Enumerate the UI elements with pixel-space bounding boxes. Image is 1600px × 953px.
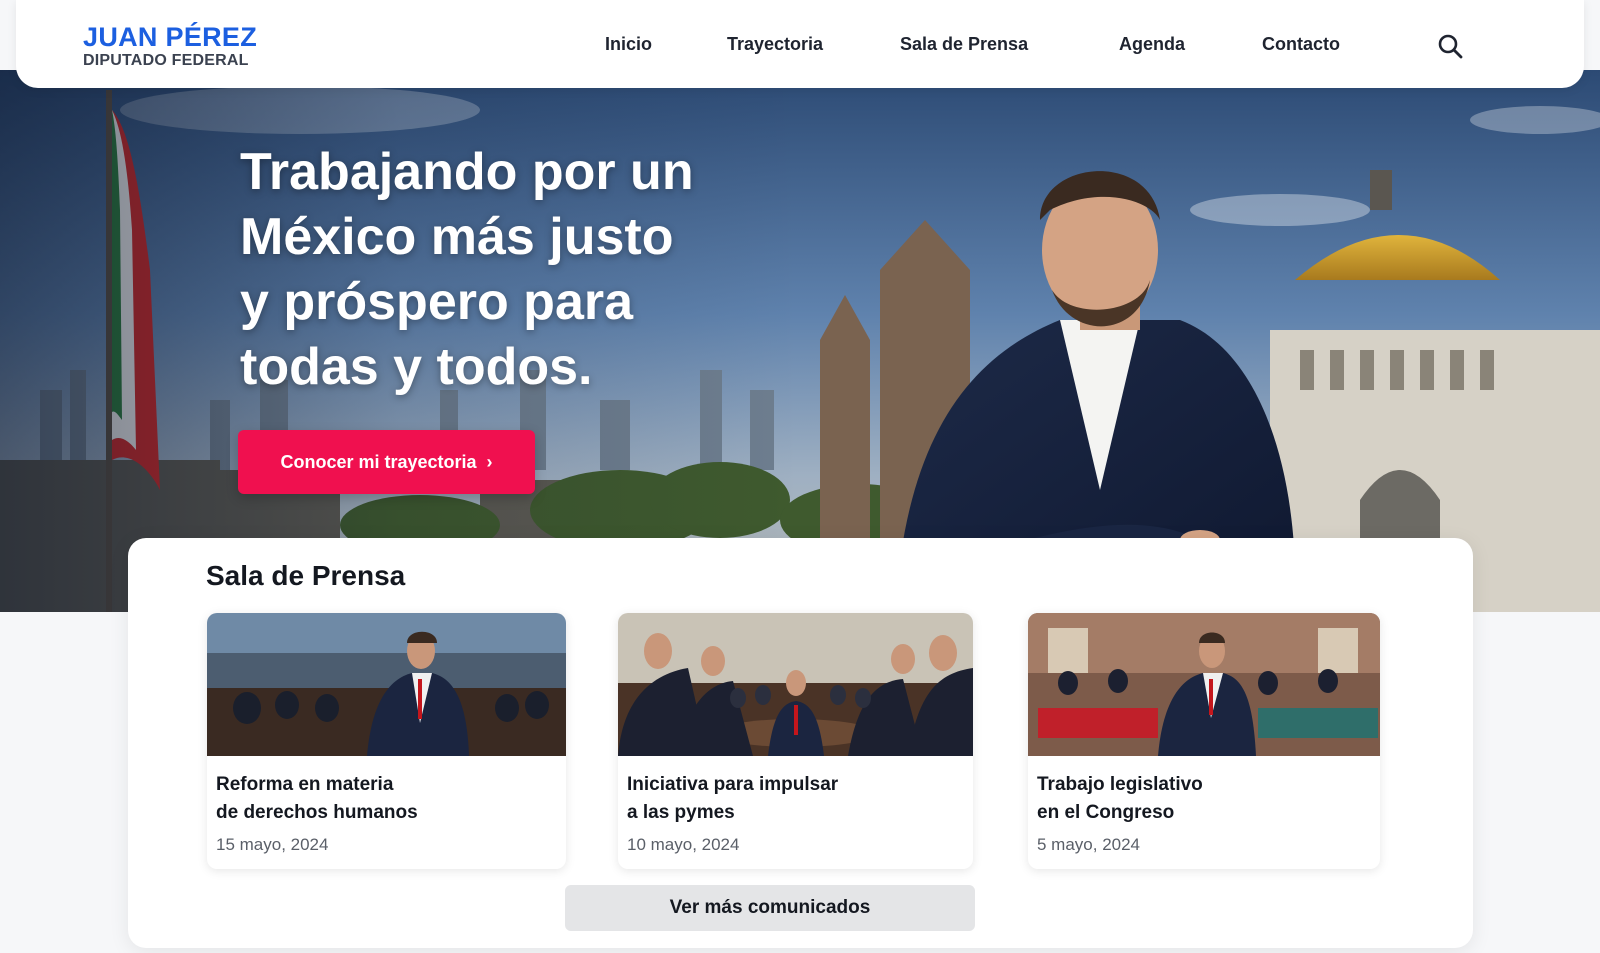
news-title: Trabajo legislativo en el Congreso — [1037, 774, 1203, 823]
news-image — [618, 613, 973, 756]
news-image — [207, 613, 566, 756]
nav-item-trayectoria[interactable]: Trayectoria — [727, 34, 823, 55]
nav-item-contacto[interactable]: Contacto — [1262, 34, 1340, 55]
news-card[interactable]: Reforma en materia de derechos humanos 1… — [207, 613, 566, 869]
news-title: Reforma en materia de derechos humanos — [216, 774, 418, 823]
news-date: 15 mayo, 2024 — [216, 835, 329, 854]
search-icon — [1438, 34, 1463, 59]
news-card[interactable]: Iniciativa para impulsar a las pymes 10 … — [618, 613, 973, 869]
news-date: 10 mayo, 2024 — [627, 835, 740, 854]
main-nav: Inicio Trayectoria Sala de Prensa Agenda… — [16, 34, 1584, 58]
news-title: Iniciativa para impulsar a las pymes — [627, 774, 839, 823]
nav-item-inicio[interactable]: Inicio — [605, 34, 652, 55]
site-header: JUAN PÉREZ DIPUTADO FEDERAL Inicio Traye… — [16, 0, 1584, 88]
news-image — [1028, 613, 1380, 756]
press-section-title: Sala de Prensa — [206, 560, 406, 591]
nav-item-agenda[interactable]: Agenda — [1119, 34, 1185, 55]
news-date: 5 mayo, 2024 — [1037, 835, 1141, 854]
cta-label: Conocer mi trayectoria — [280, 451, 477, 472]
news-card[interactable]: Trabajo legislativo en el Congreso 5 may… — [1028, 613, 1380, 869]
cta-conocer-trayectoria-button[interactable]: Conocer mi trayectoria › — [238, 430, 535, 494]
chevron-right-icon: › — [486, 451, 493, 472]
press-section: Sala de Prensa Reforma en materia de der… — [128, 538, 1473, 948]
hero-headline: Trabajando por un México más justo y pró… — [240, 143, 694, 396]
nav-item-sala-de-prensa[interactable]: Sala de Prensa — [900, 34, 1028, 55]
search-button[interactable] — [1436, 32, 1464, 60]
ver-mas-comunicados-button[interactable]: Ver más comunicados — [565, 885, 975, 931]
